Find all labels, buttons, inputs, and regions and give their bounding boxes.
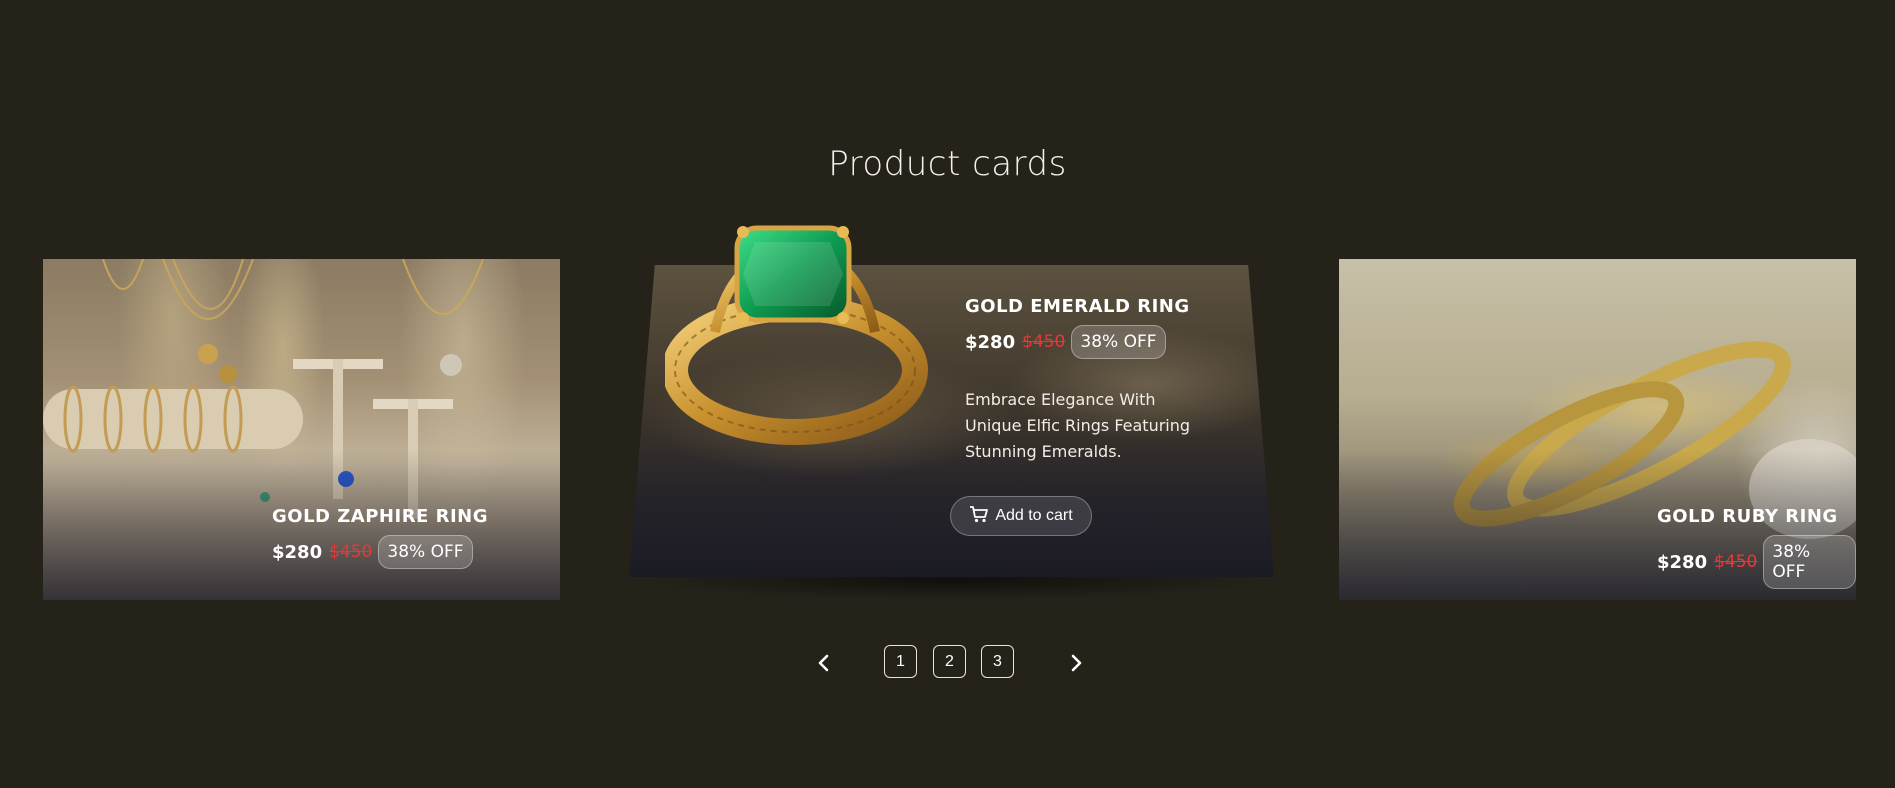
old-price: $450 bbox=[329, 542, 373, 562]
chevron-left-icon[interactable] bbox=[812, 651, 836, 675]
discount-badge: 38% OFF bbox=[1071, 325, 1166, 359]
card-info: GOLD EMERALD RING $280 $450 38% OFF Embr… bbox=[965, 296, 1205, 465]
card-info: GOLD RUBY RING $280 $450 38% OFF bbox=[1657, 506, 1856, 589]
old-price: $450 bbox=[1022, 332, 1066, 352]
product-description: Embrace Elegance With Unique Elfic Rings… bbox=[965, 390, 1191, 461]
page-button-2[interactable]: 2 bbox=[933, 645, 966, 678]
page-title: Product cards bbox=[828, 144, 1067, 184]
product-card-ruby[interactable]: GOLD RUBY RING $280 $450 38% OFF bbox=[1339, 259, 1856, 600]
discount-badge: 38% OFF bbox=[378, 535, 473, 569]
price-row: $280 $450 38% OFF bbox=[1657, 535, 1856, 589]
product-name: GOLD ZAPHIRE RING bbox=[272, 506, 489, 527]
add-to-cart-label: Add to cart bbox=[995, 507, 1073, 524]
discount-badge: 38% OFF bbox=[1763, 535, 1856, 589]
product-name: GOLD EMERALD RING bbox=[965, 296, 1190, 317]
emerald-ring-photo bbox=[662, 222, 935, 452]
page-button-3[interactable]: 3 bbox=[981, 645, 1014, 678]
chevron-right-icon[interactable] bbox=[1064, 651, 1088, 675]
pagination: 1 2 3 bbox=[0, 645, 1895, 681]
page-button-1[interactable]: 1 bbox=[884, 645, 917, 678]
price-row: $280 $450 38% OFF bbox=[965, 325, 1205, 359]
price: $280 bbox=[965, 331, 1016, 353]
product-name: GOLD RUBY RING bbox=[1657, 506, 1838, 527]
card-info: GOLD ZAPHIRE RING $280 $450 38% OFF bbox=[272, 506, 488, 569]
old-price: $450 bbox=[1714, 552, 1758, 572]
add-to-cart-button[interactable]: Add to cart bbox=[950, 496, 1092, 536]
product-card-zaphire[interactable]: GOLD ZAPHIRE RING $280 $450 38% OFF bbox=[43, 259, 560, 600]
price: $280 bbox=[272, 541, 323, 563]
price-row: $280 $450 38% OFF bbox=[272, 535, 488, 569]
cart-icon bbox=[969, 505, 989, 528]
price: $280 bbox=[1657, 551, 1708, 573]
